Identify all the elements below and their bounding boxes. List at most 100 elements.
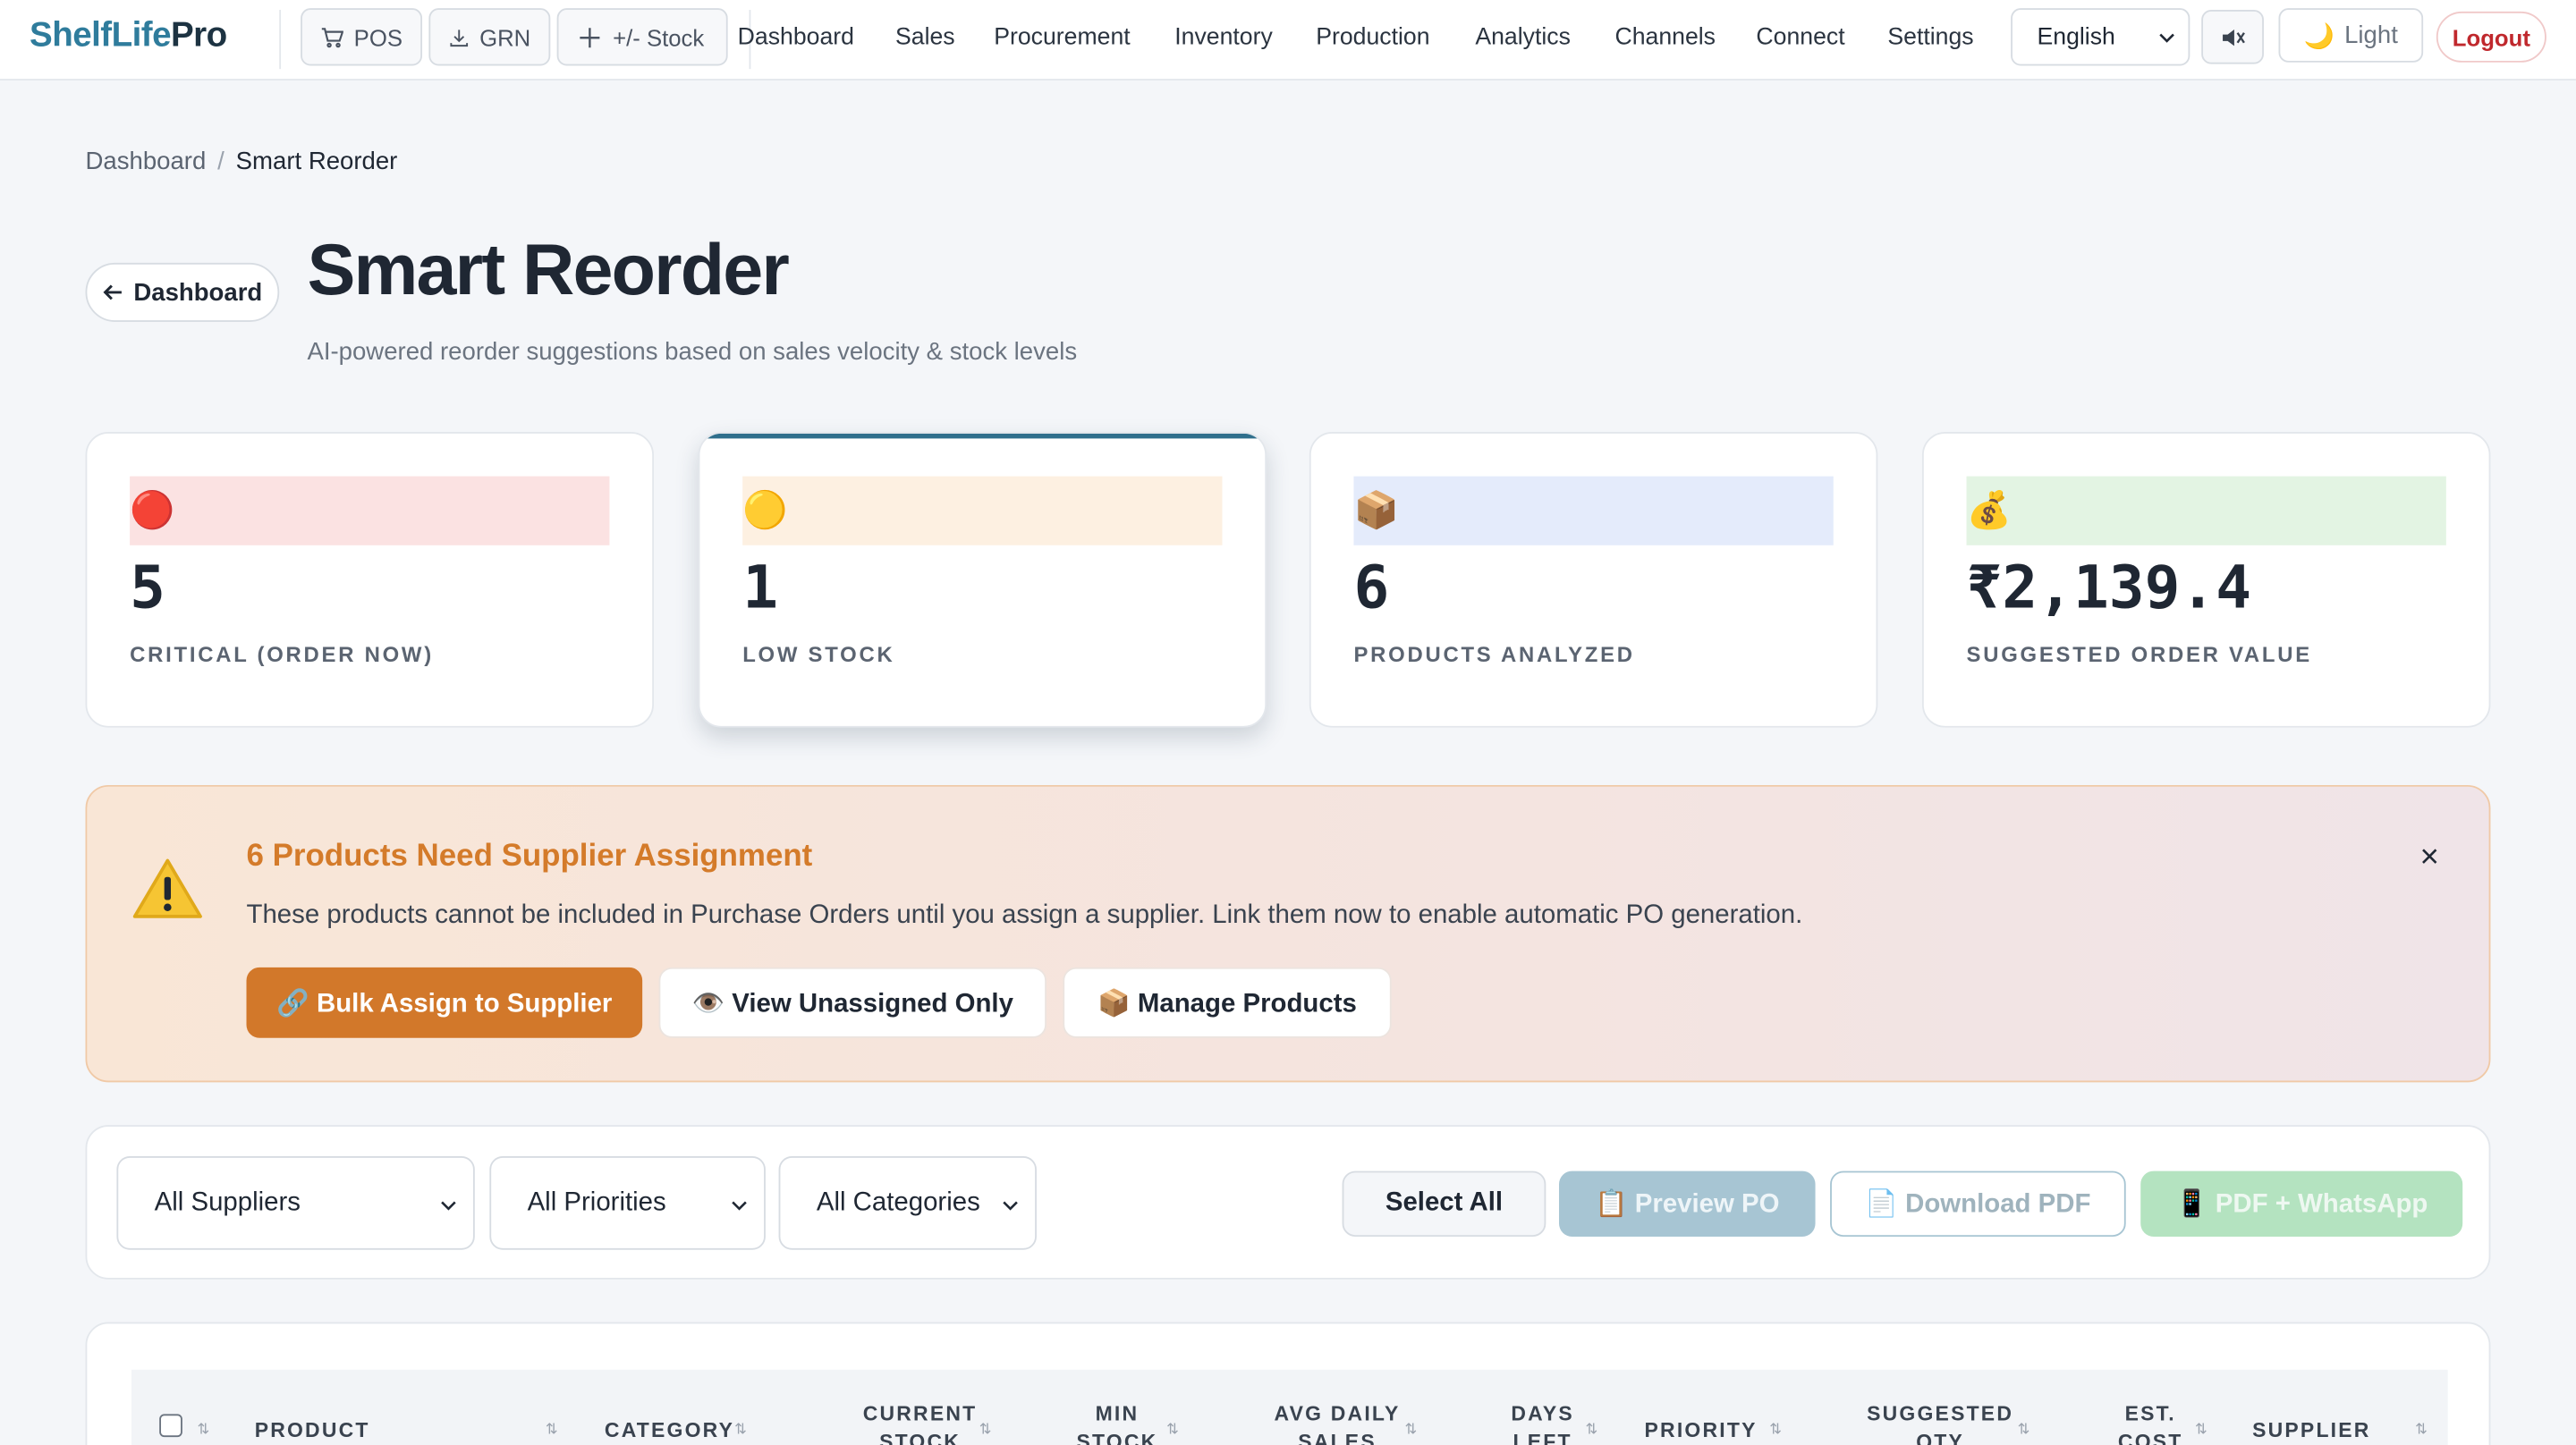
- sort-icon[interactable]: ⇅: [2017, 1421, 2029, 1439]
- table-header: ⇅ Product ⇅ Category ⇅ Current Stock ⇅ M…: [131, 1369, 2448, 1445]
- priority-filter-select[interactable]: All Priorities: [489, 1156, 766, 1250]
- nav-dashboard[interactable]: Dashboard: [738, 25, 854, 51]
- nav-analytics[interactable]: Analytics: [1475, 25, 1571, 51]
- stat-value: ₹2,139.4: [1966, 554, 2251, 623]
- back-to-dashboard-button[interactable]: Dashboard: [85, 262, 280, 322]
- cart-icon: [321, 27, 344, 47]
- nav-connect[interactable]: Connect: [1756, 25, 1844, 51]
- stock-adjust-label: +/- Stock: [613, 23, 705, 51]
- column-header-suggested-qty[interactable]: Suggested Qty: [1866, 1401, 2013, 1445]
- back-label: Dashboard: [133, 278, 263, 307]
- select-all-button[interactable]: Select All: [1342, 1170, 1546, 1238]
- category-filter-select[interactable]: All Categories: [778, 1156, 1037, 1250]
- stock-adjust-button[interactable]: +/- Stock: [556, 8, 728, 66]
- bulk-assign-button[interactable]: 🔗 Bulk Assign to Supplier: [246, 967, 643, 1038]
- money-bag-icon: 💰: [1966, 489, 2012, 531]
- moon-icon: 🌙: [2303, 21, 2335, 51]
- stat-value: 5: [130, 554, 165, 623]
- stat-label: Critical (Order Now): [130, 642, 434, 667]
- yellow-circle-icon: 🟡: [742, 489, 788, 531]
- brand-logo[interactable]: ShelfLifePro: [30, 16, 227, 55]
- sort-icon[interactable]: ⇅: [734, 1421, 747, 1439]
- column-header-product[interactable]: Product: [255, 1417, 370, 1445]
- language-value: English: [2037, 24, 2115, 51]
- manage-products-button[interactable]: 📦 Manage Products: [1063, 967, 1392, 1038]
- top-navbar: ShelfLifePro POS GRN +/- Stock Dashboard…: [0, 0, 2576, 80]
- arrow-left-icon: [104, 284, 123, 300]
- stat-value: 1: [742, 554, 779, 623]
- nav-divider: [279, 10, 282, 70]
- supplier-filter-select[interactable]: All Suppliers: [116, 1156, 475, 1250]
- supplier-assignment-alert: 6 Products Need Supplier Assignment Thes…: [85, 784, 2491, 1083]
- language-select[interactable]: English: [2011, 8, 2190, 66]
- nav-channels[interactable]: Channels: [1614, 25, 1716, 51]
- select-all-checkbox[interactable]: [159, 1414, 182, 1438]
- download-icon: [450, 29, 469, 46]
- stat-label: Suggested Order Value: [1966, 642, 2312, 667]
- nav-production[interactable]: Production: [1316, 25, 1429, 51]
- sort-icon[interactable]: ⇅: [2195, 1421, 2207, 1439]
- column-header-est-cost[interactable]: Est. Cost: [2103, 1401, 2199, 1445]
- speaker-mute-icon: [2223, 29, 2245, 46]
- sort-icon[interactable]: ⇅: [979, 1421, 992, 1439]
- logout-button[interactable]: Logout: [2436, 11, 2546, 63]
- preview-po-button[interactable]: 📋 Preview PO: [1559, 1170, 1816, 1238]
- brand-part-1: ShelfLife: [30, 16, 171, 55]
- page-title: Smart Reorder: [307, 230, 789, 311]
- chevron-down-icon: [732, 1201, 747, 1211]
- stat-label: Products Analyzed: [1353, 642, 1635, 667]
- alert-title: 6 Products Need Supplier Assignment: [246, 839, 813, 875]
- column-header-category[interactable]: Category: [605, 1417, 734, 1445]
- stat-value: 6: [1353, 554, 1390, 623]
- stat-card-order-value[interactable]: 💰 ₹2,139.4 Suggested Order Value: [1921, 432, 2491, 728]
- alert-message: These products cannot be included in Pur…: [246, 901, 1803, 930]
- nav-sales[interactable]: Sales: [895, 25, 955, 51]
- sort-icon[interactable]: ⇅: [1404, 1421, 1417, 1439]
- page-subtitle: AI-powered reorder suggestions based on …: [307, 338, 1078, 367]
- breadcrumb-root[interactable]: Dashboard: [86, 148, 207, 175]
- sound-toggle-button[interactable]: [2201, 10, 2264, 64]
- breadcrumb-separator: /: [217, 148, 225, 176]
- stat-icon-strip: 📦: [1353, 476, 1834, 545]
- theme-toggle-button[interactable]: 🌙 Light: [2278, 8, 2424, 63]
- grn-button[interactable]: GRN: [428, 8, 551, 66]
- pdf-whatsapp-button[interactable]: 📱 PDF + WhatsApp: [2140, 1170, 2463, 1238]
- supplier-filter-value: All Suppliers: [154, 1188, 301, 1217]
- chevron-down-icon: [441, 1201, 456, 1211]
- red-circle-icon: 🔴: [130, 489, 175, 531]
- nav-settings[interactable]: Settings: [1887, 25, 1973, 51]
- plus-icon: [580, 27, 600, 47]
- active-indicator: [699, 433, 1266, 439]
- sort-icon[interactable]: ⇅: [1769, 1421, 1782, 1439]
- category-filter-value: All Categories: [816, 1188, 980, 1217]
- download-pdf-button[interactable]: 📄 Download PDF: [1830, 1170, 2126, 1238]
- nav-inventory[interactable]: Inventory: [1174, 25, 1273, 51]
- nav-procurement[interactable]: Procurement: [994, 25, 1130, 51]
- column-header-avg-daily-sales[interactable]: Avg Daily Sales: [1272, 1401, 1403, 1445]
- chevron-down-icon: [1003, 1201, 1018, 1211]
- sort-icon[interactable]: ⇅: [546, 1421, 558, 1439]
- pos-label: POS: [353, 23, 402, 51]
- column-header-supplier[interactable]: Supplier: [2252, 1417, 2370, 1445]
- stat-card-low-stock[interactable]: 🟡 1 Low Stock: [698, 432, 1267, 728]
- view-unassigned-button[interactable]: 👁️ View Unassigned Only: [658, 967, 1046, 1038]
- grn-label: GRN: [479, 23, 531, 51]
- pos-button[interactable]: POS: [301, 8, 423, 66]
- sort-icon[interactable]: ⇅: [1166, 1421, 1179, 1439]
- theme-label: Light: [2344, 21, 2398, 50]
- column-header-days-left[interactable]: Days Left: [1502, 1401, 1584, 1445]
- sort-icon[interactable]: ⇅: [197, 1421, 209, 1439]
- close-icon[interactable]: ×: [2419, 840, 2438, 877]
- sort-icon[interactable]: ⇅: [2415, 1421, 2428, 1439]
- chevron-down-icon: [2159, 33, 2174, 43]
- sort-icon[interactable]: ⇅: [1585, 1421, 1597, 1439]
- column-header-current-stock[interactable]: Current Stock: [860, 1401, 979, 1445]
- reorder-table: ⇅ Product ⇅ Category ⇅ Current Stock ⇅ M…: [85, 1322, 2491, 1445]
- breadcrumb-current: Smart Reorder: [235, 148, 398, 176]
- column-header-min-stock[interactable]: Min Stock: [1068, 1401, 1166, 1445]
- filter-toolbar: All Suppliers All Priorities All Categor…: [85, 1125, 2491, 1280]
- column-header-priority[interactable]: Priority: [1645, 1417, 1758, 1445]
- stat-card-products-analyzed[interactable]: 📦 6 Products Analyzed: [1309, 432, 1878, 728]
- stat-label: Low Stock: [742, 642, 895, 667]
- stat-card-critical[interactable]: 🔴 5 Critical (Order Now): [85, 432, 655, 728]
